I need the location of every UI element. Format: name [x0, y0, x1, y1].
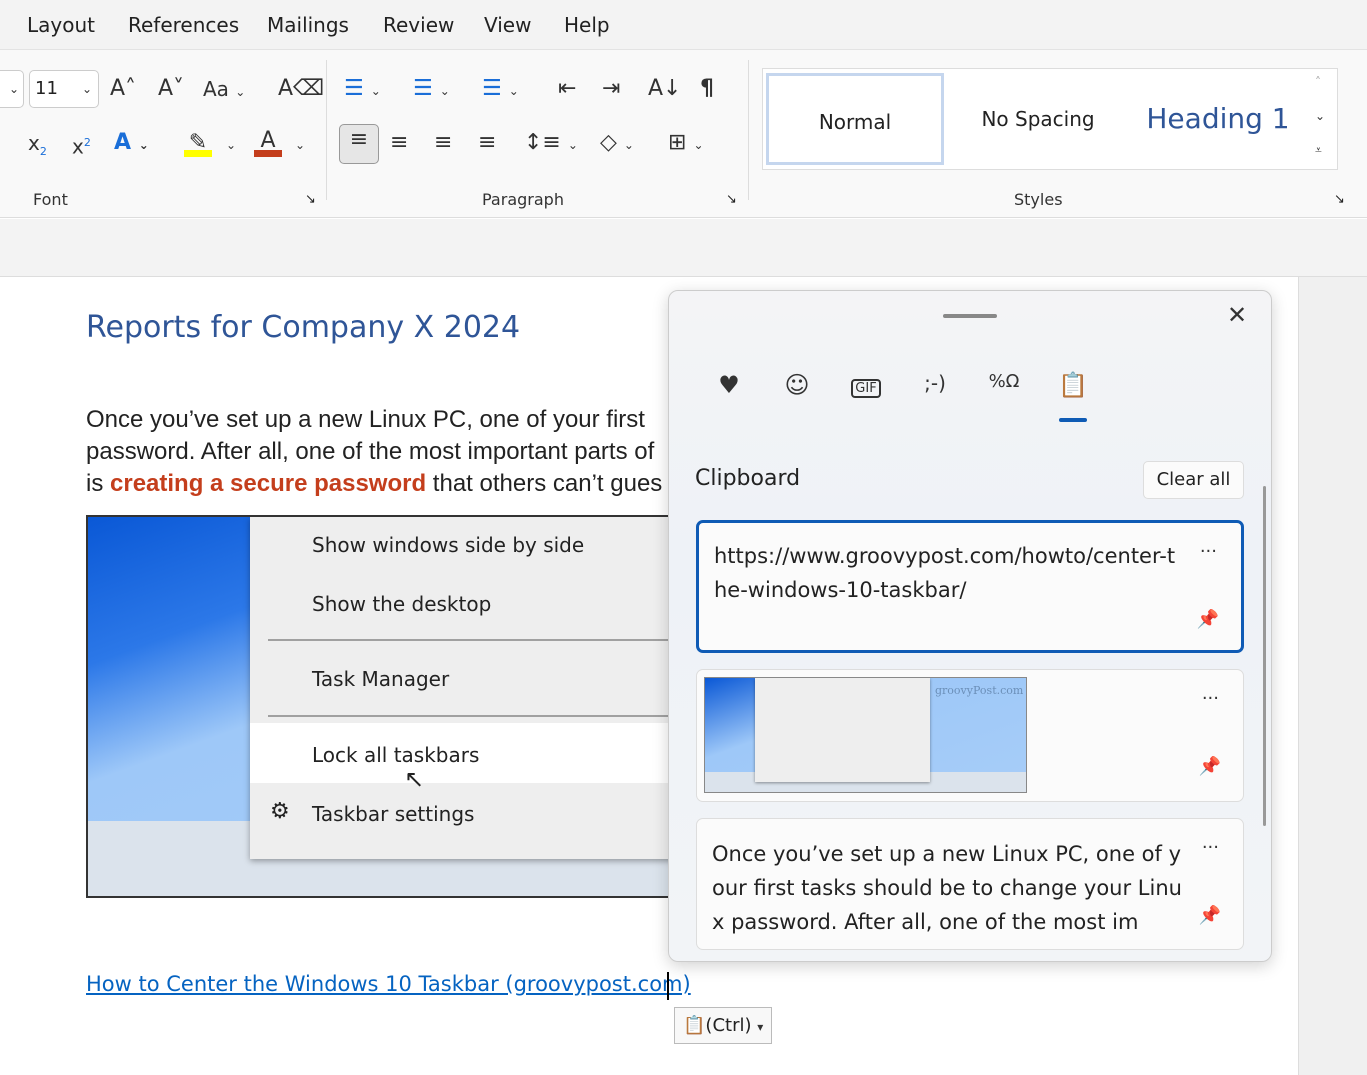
superscript-icon[interactable]: x2: [72, 128, 91, 162]
paste-options-button[interactable]: 📋(Ctrl) ▾: [674, 1007, 772, 1044]
page-margin: [1298, 277, 1367, 1075]
clear-formatting-icon[interactable]: A⌫: [278, 74, 324, 104]
mouse-cursor-icon: ↖: [404, 765, 424, 793]
clipboard-panel: ✕ ♥ ☺ GIF ;-) %Ω 📋 Clipboard Clear all h…: [668, 290, 1272, 962]
ruler-area: [0, 219, 1367, 277]
text-effects-icon[interactable]: A ⌄: [114, 128, 149, 160]
paragraph-text: is: [86, 470, 110, 497]
pin-icon[interactable]: 📌: [1197, 609, 1219, 630]
clipboard-item-text: https://www.groovypost.com/howto/center-…: [714, 539, 1184, 607]
scrollbar[interactable]: [1263, 486, 1266, 826]
more-options-icon[interactable]: ···: [1202, 688, 1219, 709]
symbols-tab-icon[interactable]: %Ω: [982, 371, 1026, 392]
styles-more-icon[interactable]: ⩡: [1315, 143, 1322, 158]
change-case-button[interactable]: Aa ⌄: [203, 74, 245, 107]
shrink-font-icon[interactable]: A˅: [158, 74, 184, 104]
pin-icon[interactable]: 📌: [1199, 756, 1221, 777]
clipboard-image-thumbnail: groovyPost.com: [704, 677, 1027, 793]
group-font-label: Font: [33, 190, 68, 209]
grow-font-icon[interactable]: A˄: [110, 74, 136, 104]
style-heading-1[interactable]: Heading 1: [1133, 73, 1303, 165]
menu-view[interactable]: View: [484, 13, 531, 37]
font-name-dropdown[interactable]: ⌄: [0, 70, 24, 108]
show-formatting-icon[interactable]: ¶: [700, 74, 714, 104]
menu-item: Show windows side by side: [312, 533, 584, 557]
menu-item: Show the desktop: [312, 592, 491, 616]
menu-help[interactable]: Help: [564, 13, 610, 37]
style-normal[interactable]: Normal: [766, 73, 944, 165]
styles-gallery: Normal No Spacing Heading 1 ˄ ⌄ ⩡: [762, 68, 1338, 170]
decrease-indent-icon[interactable]: ⇤: [558, 74, 576, 104]
align-center-icon[interactable]: ≡: [390, 128, 408, 158]
increase-indent-icon[interactable]: ⇥: [602, 74, 620, 104]
paragraph-line: password. After all, one of the most imp…: [86, 436, 686, 468]
pin-icon[interactable]: 📌: [1199, 905, 1221, 926]
change-case-label: Aa: [203, 77, 229, 101]
paragraph-dialog-launcher-icon[interactable]: ↘: [726, 192, 737, 207]
align-left-button[interactable]: ≡: [339, 124, 379, 164]
paragraph-text: that others can’t gues: [426, 470, 662, 497]
group-paragraph-label: Paragraph: [482, 190, 564, 209]
styles-dialog-launcher-icon[interactable]: ↘: [1334, 192, 1345, 207]
multilevel-list-icon[interactable]: ☰ ⌄: [482, 74, 519, 106]
font-dialog-launcher-icon[interactable]: ↘: [305, 192, 316, 207]
clipboard-item-text: Once you’ve set up a new Linux PC, one o…: [712, 837, 1182, 945]
thumbnail-watermark: groovyPost.com: [935, 684, 1023, 697]
styles-scroll-down-icon[interactable]: ⌄: [1315, 109, 1325, 123]
emoji-tab-icon[interactable]: ☺: [775, 371, 819, 399]
justify-icon[interactable]: ≡: [478, 128, 496, 158]
clipboard-heading: Clipboard: [695, 466, 800, 491]
sort-icon[interactable]: A↓: [648, 74, 681, 104]
menu-item: Task Manager: [312, 667, 449, 691]
context-menu-image: Show windows side by side Show the deskt…: [250, 517, 676, 859]
text-caret: [667, 972, 669, 1000]
font-size-dropdown[interactable]: 11⌄: [29, 70, 99, 108]
style-no-spacing[interactable]: No Spacing: [953, 73, 1123, 165]
more-options-icon[interactable]: ···: [1200, 541, 1217, 562]
highlighted-text: creating a secure password: [110, 470, 426, 497]
group-styles-label: Styles: [1014, 190, 1063, 209]
bullets-icon[interactable]: ☰ ⌄: [344, 74, 381, 106]
font-color-icon[interactable]: A: [254, 126, 282, 157]
active-tab-indicator: [1059, 418, 1087, 422]
shading-icon[interactable]: ◇ ⌄: [600, 128, 634, 160]
more-options-icon[interactable]: ···: [1202, 837, 1219, 858]
menu-mailings[interactable]: Mailings: [267, 13, 349, 37]
align-right-icon[interactable]: ≡: [434, 128, 452, 158]
menu-layout[interactable]: Layout: [27, 13, 95, 37]
clear-all-button[interactable]: Clear all: [1143, 461, 1244, 499]
document-paragraph[interactable]: Once you’ve set up a new Linux PC, one o…: [86, 404, 686, 500]
clipboard-item[interactable]: https://www.groovypost.com/howto/center-…: [696, 520, 1244, 653]
gif-tab-icon[interactable]: GIF: [851, 379, 881, 398]
clipboard-tab-icon[interactable]: 📋: [1051, 371, 1095, 399]
favorites-tab-icon[interactable]: ♥: [707, 371, 751, 399]
document-heading[interactable]: Reports for Company X 2024: [86, 310, 520, 345]
menu-bar: Layout References Mailings Review View H…: [0, 0, 1367, 50]
font-size-value: 11: [35, 78, 58, 99]
menu-references[interactable]: References: [128, 13, 239, 37]
embedded-screenshot[interactable]: Show windows side by side Show the deskt…: [86, 515, 676, 898]
menu-review[interactable]: Review: [383, 13, 454, 37]
borders-icon[interactable]: ⊞ ⌄: [668, 128, 704, 160]
line-spacing-icon[interactable]: ↕≡ ⌄: [524, 128, 578, 160]
drag-handle[interactable]: [943, 314, 997, 318]
subscript-icon[interactable]: x2: [28, 128, 47, 167]
close-icon[interactable]: ✕: [1227, 301, 1247, 329]
clipboard-item[interactable]: groovyPost.com ··· 📌: [696, 669, 1244, 802]
clipboard-item[interactable]: Once you’ve set up a new Linux PC, one o…: [696, 818, 1244, 950]
menu-item: Taskbar settings: [312, 802, 474, 826]
styles-scroll-up-icon[interactable]: ˄: [1315, 75, 1321, 89]
hyperlink[interactable]: How to Center the Windows 10 Taskbar (gr…: [86, 972, 691, 996]
gear-icon: ⚙: [270, 799, 290, 824]
highlight-icon[interactable]: ✎: [184, 128, 212, 157]
kaomoji-tab-icon[interactable]: ;-): [913, 371, 957, 395]
clipboard-paste-icon: 📋: [683, 1015, 705, 1036]
paste-label: (Ctrl): [705, 1015, 751, 1036]
numbering-icon[interactable]: ☰ ⌄: [413, 74, 450, 106]
menu-item: Lock all taskbars: [312, 743, 479, 767]
paragraph-line: Once you’ve set up a new Linux PC, one o…: [86, 404, 686, 436]
